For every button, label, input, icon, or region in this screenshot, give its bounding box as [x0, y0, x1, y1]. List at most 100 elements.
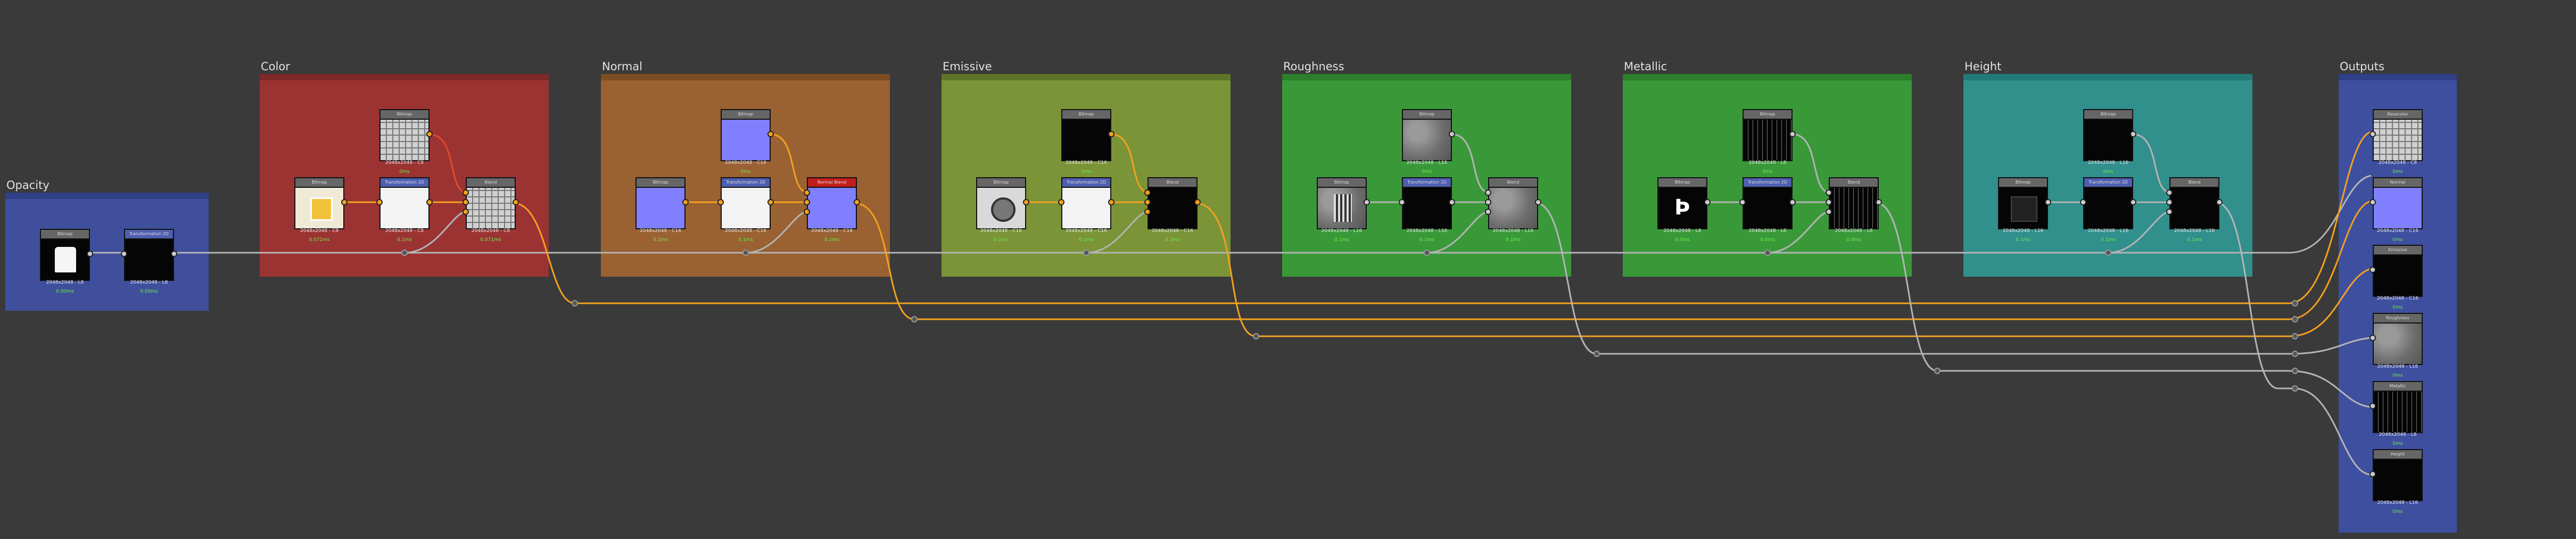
output-port[interactable]: [767, 131, 774, 137]
input-port[interactable]: [717, 199, 724, 205]
input-port[interactable]: [1399, 199, 1405, 205]
input-port[interactable]: [2369, 471, 2376, 477]
node-out-metal[interactable]: Metallic 2048x2048 - L8 0ms: [2369, 381, 2423, 446]
node-hei-top[interactable]: Bitmap 2048x2048 - L16 0ms: [2083, 109, 2136, 175]
reroute-dot[interactable]: [742, 250, 749, 256]
node-emi-top[interactable]: Bitmap 2048x2048 - C16 0ms: [1061, 109, 1114, 175]
reroute-dot[interactable]: [2292, 385, 2298, 392]
output-port[interactable]: [1535, 199, 1541, 205]
node-out-normal[interactable]: Normal 2048x2048 - C16 0ms: [2369, 177, 2423, 243]
node-rou-bl[interactable]: Blend 2048x2048 - L16 0.1ms: [1485, 177, 1541, 243]
output-port[interactable]: [1023, 199, 1029, 205]
input-port[interactable]: [1144, 199, 1151, 205]
input-port[interactable]: [376, 199, 383, 205]
reroute-dot[interactable]: [2292, 300, 2298, 306]
node-col-top[interactable]: Bitmap 2048x2048 - C8 0ms: [379, 109, 433, 175]
output-port[interactable]: [171, 251, 177, 257]
node-rou-top[interactable]: Bitmap 2048x2048 - L16 0ms: [1402, 109, 1455, 175]
output-port[interactable]: [2045, 199, 2051, 205]
reroute-dot[interactable]: [1594, 351, 1600, 357]
output-port[interactable]: [854, 199, 860, 205]
reroute-dot[interactable]: [1083, 250, 1089, 256]
reroute-dot[interactable]: [401, 250, 408, 256]
node-out-color[interactable]: Basecolor 2048x2048 - C8 0ms: [2369, 109, 2423, 175]
input-port[interactable]: [1485, 209, 1491, 215]
input-port[interactable]: [2166, 199, 2173, 205]
node-met-top[interactable]: Bitmap 2048x2048 - L8 0ms: [1743, 109, 1796, 175]
input-port[interactable]: [1485, 199, 1491, 205]
node-nor-bl[interactable]: Normal Blend 2048x2048 - C16 0.1ms: [804, 177, 860, 243]
reroute-dot[interactable]: [911, 316, 918, 322]
reroute-dot[interactable]: [2292, 351, 2298, 357]
node-out-rough[interactable]: Roughness 2048x2048 - L16 0ms: [2369, 313, 2423, 378]
node-emi-in[interactable]: Bitmap 2048x2048 - C16 0.1ms: [976, 177, 1029, 243]
node-out-height[interactable]: Height 2048x2048 - L16 0ms: [2369, 449, 2423, 515]
input-port[interactable]: [2166, 209, 2173, 215]
node-rou-xf[interactable]: Transformation 2D 2048x2048 - L16 0.1ms: [1399, 177, 1455, 243]
node-hei-xf[interactable]: Transformation 2D 2048x2048 - L16 0.1ms: [2080, 177, 2136, 243]
node-hei-in[interactable]: Bitmap 2048x2048 - L16 0.1ms: [1998, 177, 2051, 243]
output-port[interactable]: [2130, 131, 2136, 137]
output-port[interactable]: [1194, 199, 1201, 205]
input-port[interactable]: [463, 199, 469, 205]
input-port[interactable]: [1144, 189, 1151, 196]
node-emi-bl[interactable]: Blend 2048x2048 - C16 0.1ms: [1144, 177, 1201, 243]
output-port[interactable]: [341, 199, 348, 205]
reroute-dot[interactable]: [2292, 333, 2298, 339]
input-port[interactable]: [1739, 199, 1746, 205]
input-port[interactable]: [1485, 189, 1491, 196]
reroute-dot[interactable]: [1424, 250, 1430, 256]
input-port[interactable]: [2166, 189, 2173, 196]
reroute-dot[interactable]: [2292, 368, 2298, 374]
node-col-xf[interactable]: Transformation 2D 2048x2048 - C8 0.1ms: [376, 177, 433, 243]
output-port[interactable]: [1449, 199, 1455, 205]
node-out-emissive[interactable]: Emissive 2048x2048 - C16 0ms: [2369, 245, 2423, 310]
output-port[interactable]: [513, 199, 519, 205]
input-port[interactable]: [2369, 335, 2376, 341]
input-port[interactable]: [2369, 403, 2376, 409]
input-port[interactable]: [1826, 209, 1832, 215]
node-rou-in[interactable]: Bitmap 2048x2048 - L16 0.1ms: [1317, 177, 1370, 243]
node-op-xf[interactable]: Transformation 2D 2048x2048 - L8 0.00ms: [121, 229, 177, 294]
output-port[interactable]: [426, 131, 433, 137]
input-port[interactable]: [804, 209, 810, 215]
input-port[interactable]: [2080, 199, 2086, 205]
reroute-dot[interactable]: [2105, 250, 2111, 256]
node-met-in[interactable]: Bitmap Ϸ 2048x2048 - L8 0.0ms: [1657, 177, 1711, 243]
input-port[interactable]: [2369, 199, 2376, 205]
reroute-dot[interactable]: [572, 300, 578, 306]
input-port[interactable]: [1058, 199, 1064, 205]
input-port[interactable]: [1144, 209, 1151, 215]
output-port[interactable]: [2130, 199, 2136, 205]
output-port[interactable]: [682, 199, 689, 205]
node-col-bl[interactable]: Blend 2048x2048 - C8 0.071ms: [463, 177, 519, 243]
input-port[interactable]: [463, 209, 469, 215]
node-hei-bl[interactable]: Blend 2048x2048 - L16 0.1ms: [2166, 177, 2223, 243]
output-port[interactable]: [1108, 131, 1114, 137]
output-port[interactable]: [1789, 199, 1796, 205]
output-port[interactable]: [767, 199, 774, 205]
input-port[interactable]: [2369, 267, 2376, 273]
reroute-dot[interactable]: [1253, 333, 1259, 339]
node-met-bl[interactable]: Blend 2048x2048 - L8 0.0ms: [1826, 177, 1882, 243]
node-met-xf[interactable]: Transformation 2D 2048x2048 - L8 0.0ms: [1739, 177, 1796, 243]
reroute-dot[interactable]: [1934, 368, 1941, 374]
output-port[interactable]: [1108, 199, 1114, 205]
output-port[interactable]: [87, 251, 93, 257]
input-port[interactable]: [1826, 189, 1832, 196]
node-emi-xf[interactable]: Transformation 2D 2048x2048 - C16 0.1ms: [1058, 177, 1114, 243]
input-port[interactable]: [2369, 131, 2376, 137]
output-port[interactable]: [1364, 199, 1370, 205]
reroute-dot[interactable]: [1764, 250, 1771, 256]
input-port[interactable]: [121, 251, 127, 257]
input-port[interactable]: [1826, 199, 1832, 205]
output-port[interactable]: [2216, 199, 2223, 205]
output-port[interactable]: [426, 199, 433, 205]
output-port[interactable]: [1876, 199, 1882, 205]
node-nor-in[interactable]: Bitmap 2048x2048 - C16 0.1ms: [635, 177, 689, 243]
output-port[interactable]: [1449, 131, 1455, 137]
input-port[interactable]: [804, 189, 810, 196]
reroute-dot[interactable]: [2292, 316, 2298, 322]
input-port[interactable]: [463, 189, 469, 196]
node-nor-xf[interactable]: Transformation 2D 2048x2048 - C16 0.1ms: [717, 177, 774, 243]
